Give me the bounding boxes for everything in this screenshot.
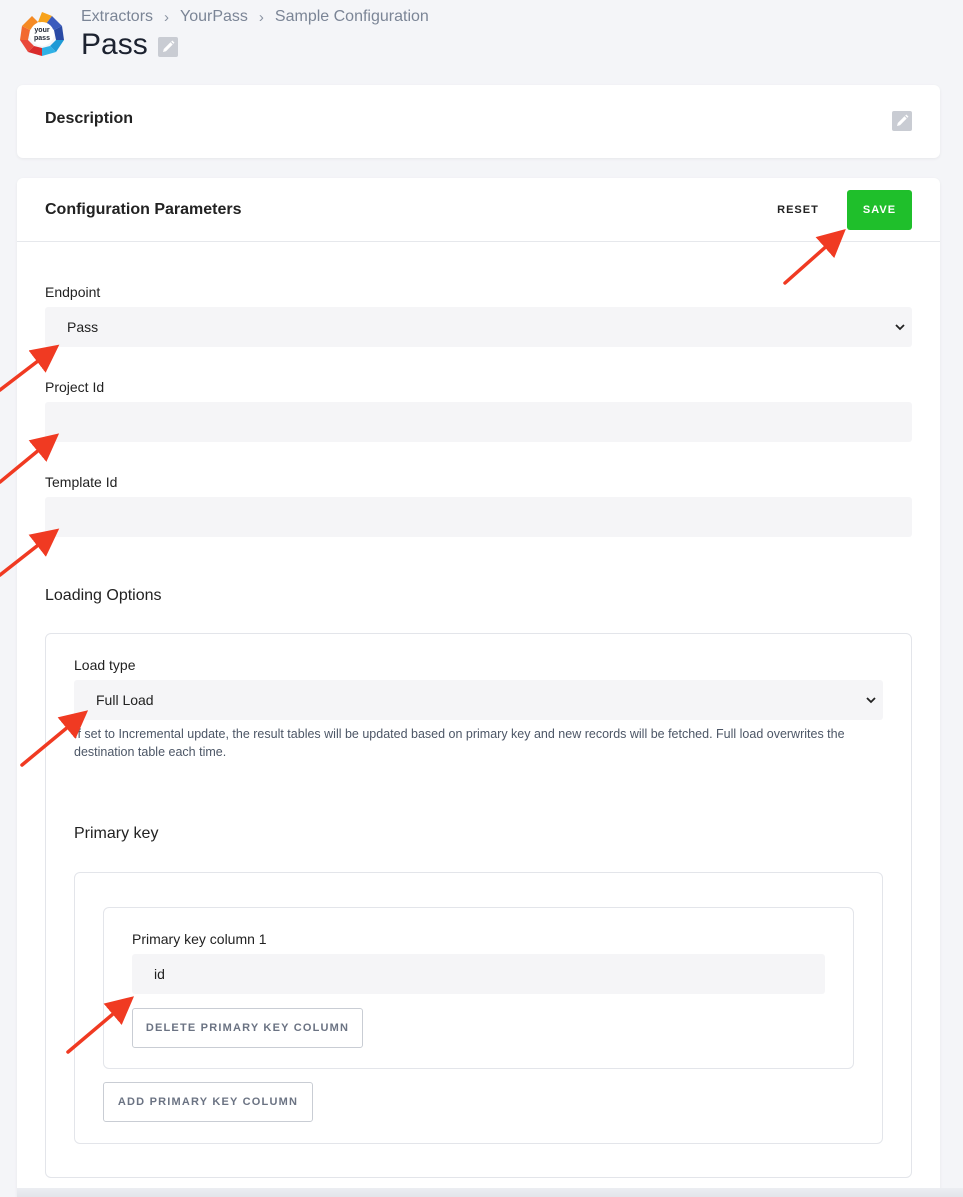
add-primary-key-column-button[interactable]: ADD PRIMARY KEY COLUMN	[103, 1082, 313, 1122]
config-parameters-label: Configuration Parameters	[45, 201, 242, 218]
project-id-label: Project Id	[45, 379, 105, 395]
load-type-label: Load type	[74, 657, 136, 673]
primary-key-title: Primary key	[74, 825, 159, 842]
load-type-value: Full Load	[96, 692, 154, 708]
load-type-help-text: If set to Incremental update, the result…	[74, 727, 845, 759]
breadcrumb-yourpass[interactable]: YourPass	[180, 8, 248, 26]
primary-key-column-value: id	[154, 966, 165, 982]
chevron-right-icon: ›	[258, 8, 264, 26]
breadcrumb-sample-configuration: Sample Configuration	[274, 8, 429, 25]
description-label: Description	[45, 110, 134, 127]
chevron-down-icon	[866, 697, 876, 704]
config-card-header: Configuration Parameters RESET SAVE	[17, 178, 940, 242]
primary-key-column-box: Primary key column 1 id DELETE PRIMARY K…	[103, 907, 854, 1069]
chevron-down-icon	[895, 324, 905, 331]
loading-options-title: Loading Options	[45, 587, 162, 604]
loading-options-box: Load type Full Load If set to Incrementa…	[45, 633, 912, 1178]
breadcrumb-extractors[interactable]: Extractors	[81, 8, 153, 26]
edit-title-icon[interactable]	[157, 37, 178, 57]
page-title: Pass	[81, 28, 148, 61]
load-type-select[interactable]: Full Load	[74, 680, 883, 720]
description-card: Description	[17, 85, 940, 158]
logo-text-your: your	[34, 27, 49, 34]
template-id-input[interactable]	[45, 497, 912, 537]
delete-primary-key-column-button[interactable]: DELETE PRIMARY KEY COLUMN	[132, 1008, 363, 1048]
endpoint-value: Pass	[67, 319, 99, 335]
title-row: Pass	[81, 28, 178, 62]
template-id-label: Template Id	[45, 474, 118, 490]
breadcrumb: Extractors › YourPass › Sample Configura…	[81, 8, 429, 26]
yourpass-logo-icon[interactable]: your pass	[18, 10, 66, 58]
save-button[interactable]: SAVE	[847, 190, 912, 230]
configuration-parameters-card: Configuration Parameters RESET SAVE Endp…	[17, 178, 940, 1197]
primary-key-column-label: Primary key column 1	[132, 931, 267, 947]
bottom-shadow	[17, 1188, 963, 1197]
edit-description-icon[interactable]	[892, 111, 912, 131]
logo-text-pass: pass	[34, 35, 50, 42]
endpoint-label: Endpoint	[45, 284, 101, 300]
chevron-right-icon: ›	[164, 8, 170, 26]
project-id-input[interactable]	[45, 402, 912, 442]
reset-button[interactable]: RESET	[769, 190, 827, 230]
page-header: your pass Extractors › YourPass › Sample…	[0, 0, 963, 80]
primary-key-box: Primary key column 1 id DELETE PRIMARY K…	[74, 872, 883, 1144]
endpoint-select[interactable]: Pass	[45, 307, 912, 347]
primary-key-column-input[interactable]: id	[132, 954, 825, 994]
